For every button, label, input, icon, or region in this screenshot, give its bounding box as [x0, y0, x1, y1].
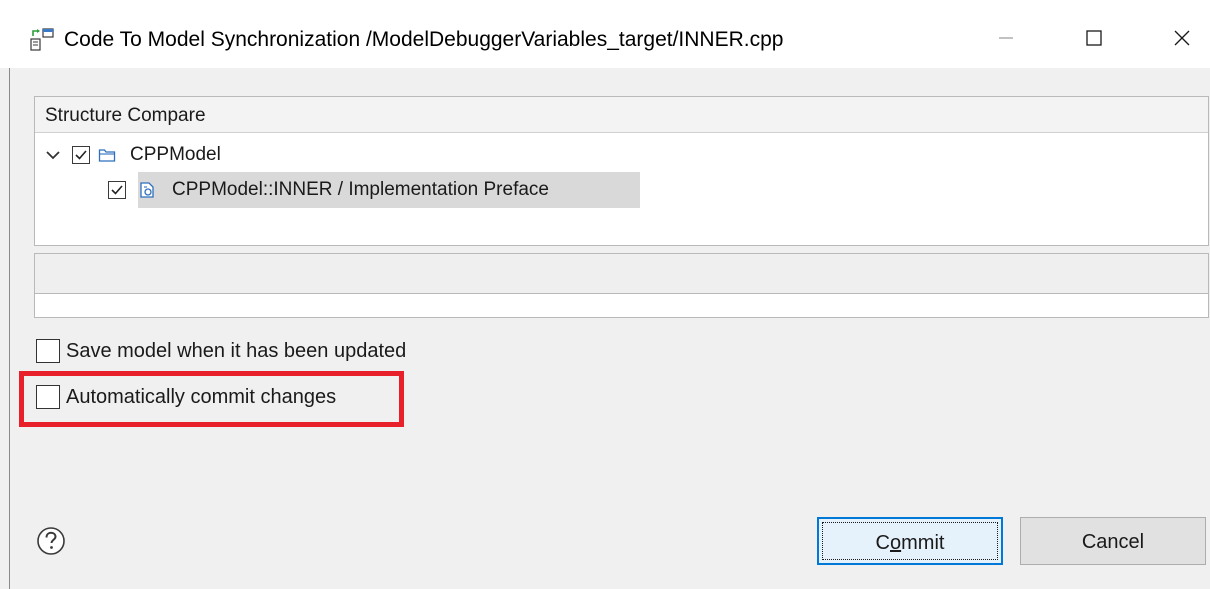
commit-button[interactable]: Commit — [817, 517, 1003, 565]
minimize-icon — [999, 37, 1013, 39]
text-compare-panel — [34, 253, 1209, 318]
structure-compare-header: Structure Compare — [35, 97, 1208, 133]
folder-icon — [98, 149, 116, 162]
commit-label-suffix: mmit — [901, 532, 945, 554]
text-compare-header — [35, 254, 1208, 294]
chevron-down-icon[interactable] — [44, 146, 62, 164]
tree-item-label: CPPModel::INNER / Implementation Preface — [172, 179, 549, 200]
checkmark-icon — [111, 185, 123, 195]
cancel-button[interactable]: Cancel — [1020, 517, 1206, 565]
close-button[interactable] — [1162, 20, 1202, 56]
minimize-button[interactable] — [986, 20, 1026, 56]
tree-item-cppmodel[interactable]: CPPModel — [44, 139, 221, 171]
maximize-button[interactable] — [1074, 20, 1114, 56]
structure-compare-panel: Structure Compare — [34, 96, 1209, 246]
tree-checkbox-cppmodel[interactable] — [72, 146, 90, 164]
tree-checkbox-inner[interactable] — [108, 181, 126, 199]
window-title: Code To Model Synchronization /ModelDebu… — [64, 28, 784, 51]
close-icon — [1174, 30, 1190, 46]
cancel-label: Cancel — [1081, 531, 1145, 553]
commit-label: Commit — [876, 532, 945, 554]
auto-commit-option[interactable]: Automatically commit changes — [36, 385, 336, 409]
save-model-option[interactable]: Save model when it has been updated — [36, 339, 406, 363]
checkmark-icon — [75, 150, 87, 160]
auto-commit-label: Automatically commit changes — [66, 386, 337, 408]
sync-app-icon — [30, 28, 54, 51]
title-bar[interactable]: Code To Model Synchronization /ModelDebu… — [0, 0, 1210, 68]
commit-label-mnemonic: o — [890, 532, 902, 554]
help-icon[interactable] — [35, 525, 67, 557]
class-file-icon — [140, 182, 154, 198]
structure-compare-title: Structure Compare — [45, 105, 206, 126]
sync-dialog: Code To Model Synchronization /ModelDebu… — [0, 0, 1210, 589]
save-model-label: Save model when it has been updated — [66, 340, 407, 362]
tree-item-cppmodel-inner[interactable]: CPPModel::INNER / Implementation Preface — [108, 174, 549, 206]
save-model-checkbox[interactable] — [36, 339, 60, 363]
commit-label-prefix: C — [875, 532, 890, 554]
auto-commit-checkbox[interactable] — [36, 385, 60, 409]
tree-item-label: CPPModel — [130, 144, 221, 165]
maximize-icon — [1086, 30, 1102, 46]
window-left-edge — [9, 68, 10, 589]
